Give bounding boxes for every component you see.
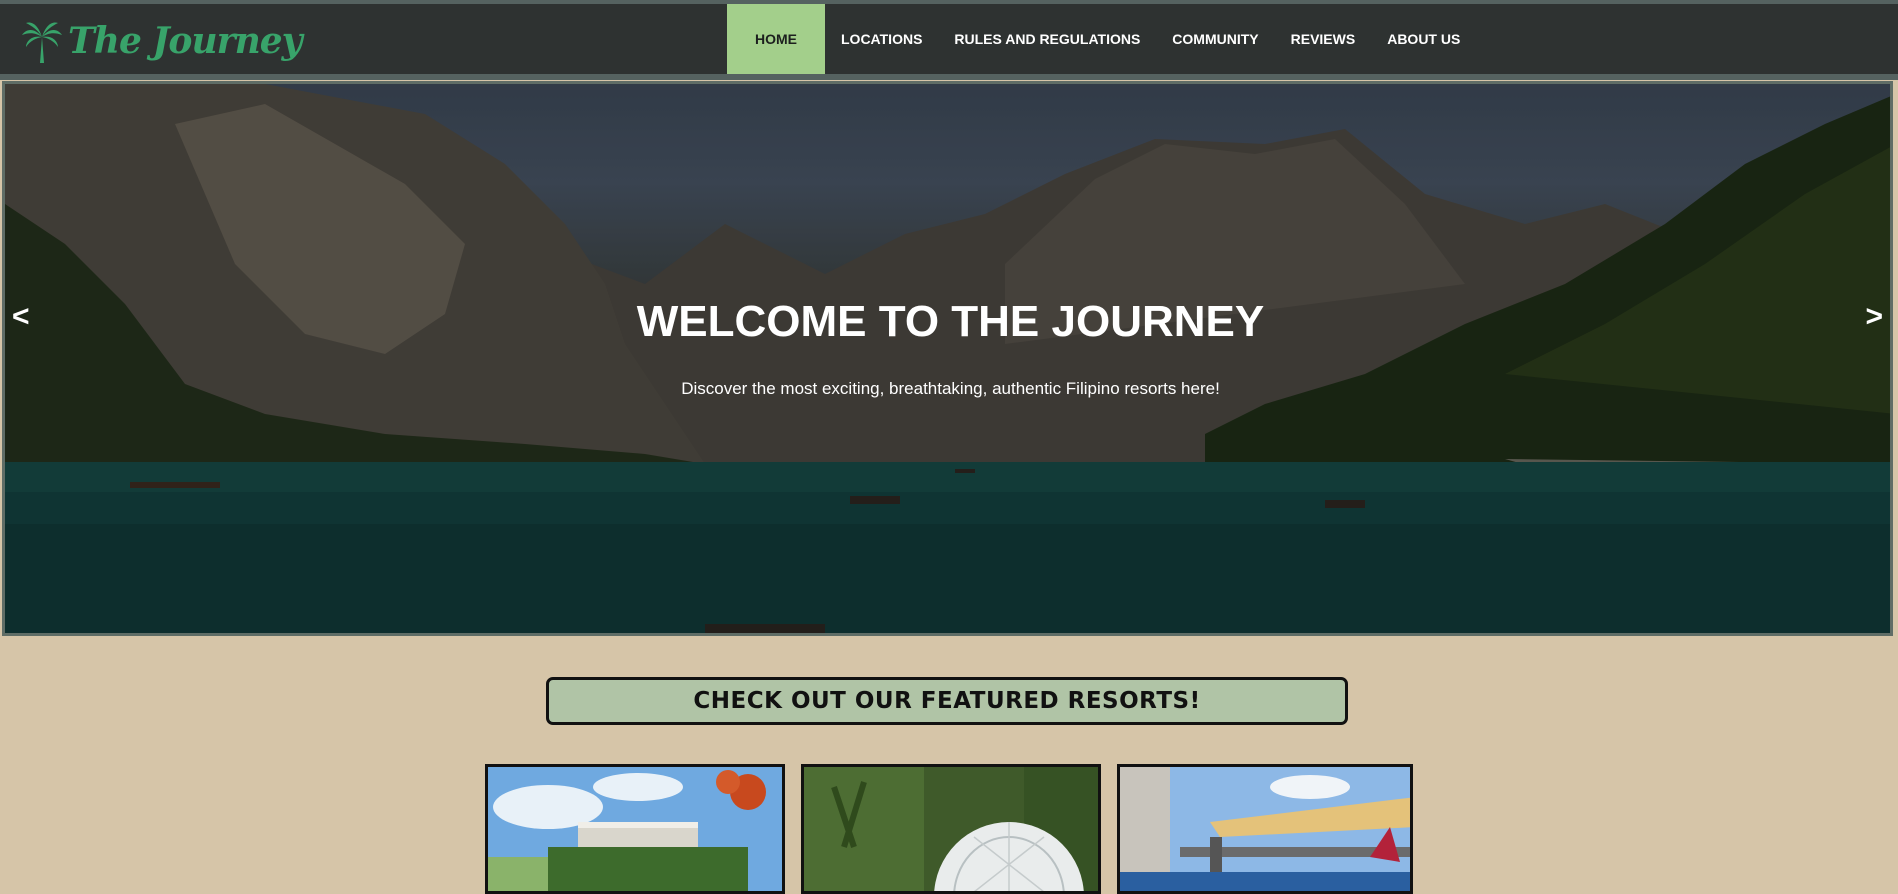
featured-card-2[interactable] (801, 764, 1101, 894)
modern-building-hedge-photo (488, 767, 782, 891)
featured-heading: CHECK OUT OUR FEATURED RESORTS! (546, 677, 1348, 725)
featured-card-1[interactable] (485, 764, 785, 894)
hero-subtitle: Discover the most exciting, breathtaking… (681, 379, 1220, 398)
navbar: The Journey HOME LOCATIONS RULES AND REG… (0, 0, 1898, 80)
glamping-dome-photo (804, 767, 1098, 891)
nav-reviews[interactable]: REVIEWS (1275, 4, 1372, 74)
nav-about-us[interactable]: ABOUT US (1371, 4, 1476, 74)
palm-tree-icon (20, 19, 64, 63)
nav-community[interactable]: COMMUNITY (1156, 4, 1274, 74)
logo-text: The Journey (68, 20, 303, 62)
featured-card-3[interactable] (1117, 764, 1413, 894)
main-nav: HOME LOCATIONS RULES AND REGULATIONS COM… (727, 4, 1476, 74)
rooftop-pool-photo (1120, 767, 1410, 891)
nav-locations[interactable]: LOCATIONS (825, 4, 938, 74)
hero-overlay (5, 84, 1890, 633)
nav-home[interactable]: HOME (727, 4, 825, 74)
logo[interactable]: The Journey (20, 18, 303, 64)
hero-title: WELCOME TO THE JOURNEY (636, 297, 1265, 346)
hero-slider: < > WELCOME TO THE JOURNEY Discover the … (2, 81, 1893, 636)
nav-rules-and-regulations[interactable]: RULES AND REGULATIONS (938, 4, 1156, 74)
